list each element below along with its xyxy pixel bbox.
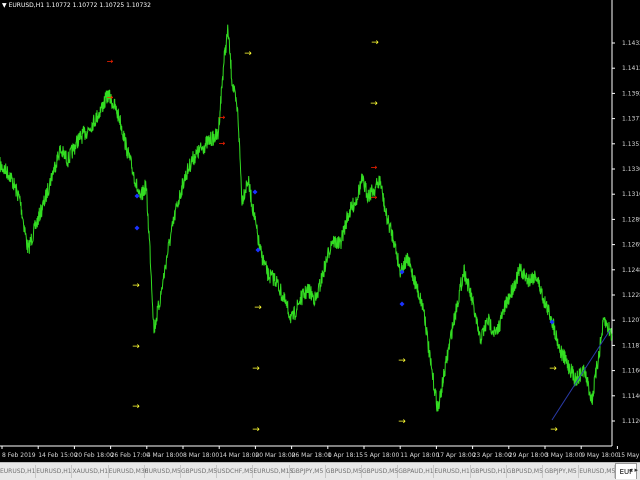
time-label: 4 Mar 18:00 [147,452,183,459]
sell-arrow-icon: → [107,57,114,66]
signal-arrow-icon: → [132,342,140,352]
signal-arrow-icon: → [132,402,140,412]
price-chart[interactable]: 1.14325 1.14120 1.13925 1.13715 1.13510 1.133… [0,0,640,462]
chart-tab[interactable]: GBPAUD,H1 [398,465,435,478]
time-label: 8 Feb 2019 [2,452,36,459]
price-label: 1.12690 [622,242,640,249]
signal-arrow-icon: → [398,417,406,427]
chart-tab[interactable]: GBPUSD,M5 [181,465,218,478]
chart-tab[interactable]: EURUSD,H1 [434,465,471,478]
chart-tab[interactable]: GBPUSD,M5 [326,465,362,478]
price-label: 1.13510 [622,141,640,148]
time-label: 20 Feb 18:00 [74,452,114,459]
buy-marker-icon [399,301,405,307]
chart-tab[interactable]: XAUUSD,H1 [72,465,109,478]
price-label: 1.13925 [622,90,640,97]
price-label: 1.11870 [622,342,640,349]
chart-tab[interactable]: GBPUSD,H1 [471,465,507,478]
symbol-info: EURUSD,H1 1.10772 1.10772 1.10725 1.1073… [8,2,151,9]
chart-tab[interactable]: GBPUSD,M5 [507,465,543,478]
tab-scroll-arrows[interactable]: ◂ ▸ [629,466,638,474]
time-label: 17 Apr 18:00 [436,452,475,459]
time-label: 3 May 18:00 [545,452,583,459]
sell-arrow-icon: → [219,113,226,122]
chart-window[interactable]: 1.14325 1.14120 1.13925 1.13715 1.13510 1.133… [0,0,640,462]
trend-line [551,329,611,421]
signal-arrow-icon: → [244,49,252,59]
time-label: 20 Mar 18:00 [255,452,295,459]
price-label: 1.12485 [622,267,640,274]
price-label: 1.11665 [622,368,640,375]
chart-tab[interactable]: GBPUSD,M5 [362,465,399,478]
signal-arrow-icon: → [398,356,406,366]
chart-tab[interactable]: EURUSD,M30 [109,465,148,478]
time-label: 23 Apr 18:00 [473,452,512,459]
sell-arrow-icon: → [107,93,114,102]
signal-arrow-icon: → [252,425,260,435]
chart-tab-bar: EURUSD,H1 EURUSD,H1 XAUUSD,H1 EURUSD,M30 EUR… [0,462,640,480]
signal-arrow-icon: → [132,281,140,291]
time-label: 9 May 18:00 [581,452,619,459]
title-triangle-icon: ▼ [2,2,7,9]
time-label: 1 Apr 18:15 [328,452,363,459]
chart-tab[interactable]: EURUSD,H1 [0,465,37,478]
price-label: 1.12280 [622,292,640,299]
chart-tab[interactable]: GBPJPY,M5 [290,465,326,478]
sell-arrow-icon: → [219,139,226,148]
price-label: 1.12075 [622,317,640,324]
sell-arrow-icon: → [371,193,378,202]
time-label: 5 Apr 18:00 [364,452,399,459]
signal-arrow-icon: → [550,425,558,435]
chart-tab[interactable]: EURUSD,M15 [253,465,293,478]
price-label: 1.11260 [622,418,640,425]
time-label: 11 Apr 18:00 [400,452,439,459]
signal-arrow-icon: → [370,99,378,109]
price-label: 1.13715 [622,116,640,123]
price-label: 1.11460 [622,393,640,400]
chart-tab[interactable]: EURUSD,M5 [579,465,616,478]
time-label: 29 Apr 18:00 [509,452,548,459]
sell-arrow-icon: → [371,163,378,172]
signal-arrow-icon: → [254,303,262,313]
chart-tab[interactable]: EURUSD,M5 [145,465,181,478]
price-label: 1.13100 [622,191,640,198]
price-label: 1.13305 [622,166,640,173]
signal-arrow-icon: → [252,364,260,374]
signal-arrow-icon: → [549,364,557,374]
time-label: 15 May 18:00 [617,452,640,459]
buy-marker-icon [134,225,140,231]
price-label: 1.14325 [622,40,640,47]
chart-tab[interactable]: GBPJPY,M5 [543,465,580,478]
time-label: 26 Mar 18:00 [292,452,332,459]
signal-arrow-icon: → [371,38,379,48]
time-label: 14 Mar 18:00 [219,452,259,459]
time-label: 8 Mar 18:00 [183,452,219,459]
chart-title: ▼ EURUSD,H1 1.10772 1.10772 1.10725 1.107… [2,1,151,11]
time-label: 14 Feb 15:00 [38,452,78,459]
price-label: 1.14120 [622,65,640,72]
time-label: 26 Feb 17:00 [111,452,151,459]
price-label: 1.12895 [622,216,640,223]
price-line [0,24,613,412]
chart-tab[interactable]: USDCHF,M5 [217,465,254,478]
chart-tab[interactable]: EURUSD,H1 [36,465,73,478]
buy-marker-icon [252,189,258,195]
